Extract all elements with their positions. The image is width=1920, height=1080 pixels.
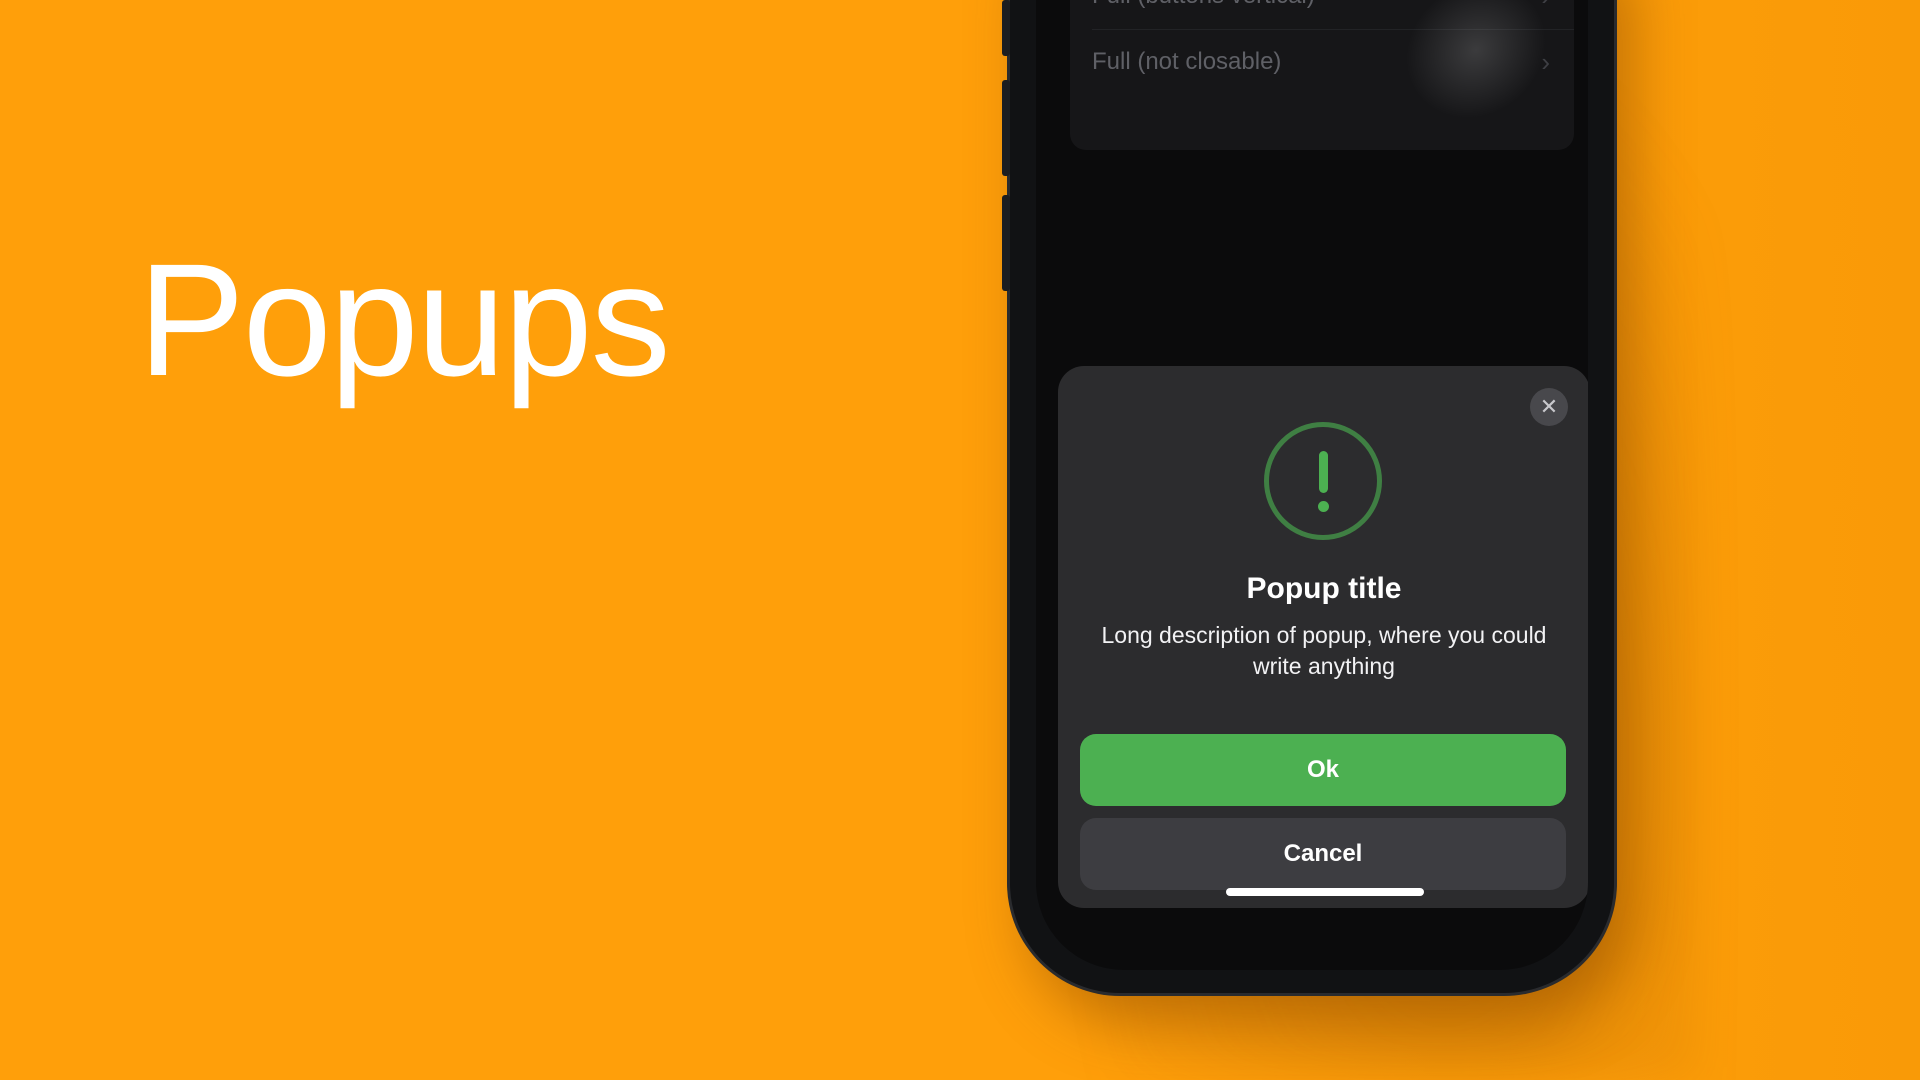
phone-screen: Full (buttons vertical) › Full (not clos… bbox=[1036, 0, 1588, 970]
ok-button[interactable]: Ok bbox=[1080, 734, 1566, 806]
list-item-label: Full (not closable) bbox=[1092, 48, 1282, 75]
phone-frame: Full (buttons vertical) › Full (not clos… bbox=[1002, 0, 1614, 993]
home-indicator[interactable] bbox=[1226, 888, 1424, 896]
volume-up-button bbox=[1002, 80, 1010, 176]
popup-dialog: ✕ Popup title Long description of popup,… bbox=[1058, 366, 1588, 908]
exclamation-dot bbox=[1318, 501, 1329, 512]
popup-description: Long description of popup, where you cou… bbox=[1101, 622, 1547, 679]
page-headline: Popups bbox=[138, 230, 671, 409]
stage: Popups Full (buttons vertical) › Full (n… bbox=[0, 0, 1920, 1080]
exclamation-bar bbox=[1319, 451, 1328, 493]
popup-title: Popup title bbox=[1246, 572, 1402, 605]
volume-down-button bbox=[1002, 195, 1010, 291]
cancel-button[interactable]: Cancel bbox=[1080, 818, 1566, 890]
ok-button-label: Ok bbox=[1306, 756, 1339, 783]
list-item-label: Full (buttons vertical) bbox=[1092, 0, 1315, 10]
cancel-button-label: Cancel bbox=[1283, 840, 1363, 867]
exclamation-circle-icon bbox=[1264, 422, 1382, 540]
side-button bbox=[1002, 0, 1010, 56]
close-icon: ✕ bbox=[1539, 394, 1559, 419]
close-button[interactable]: ✕ bbox=[1530, 388, 1568, 426]
